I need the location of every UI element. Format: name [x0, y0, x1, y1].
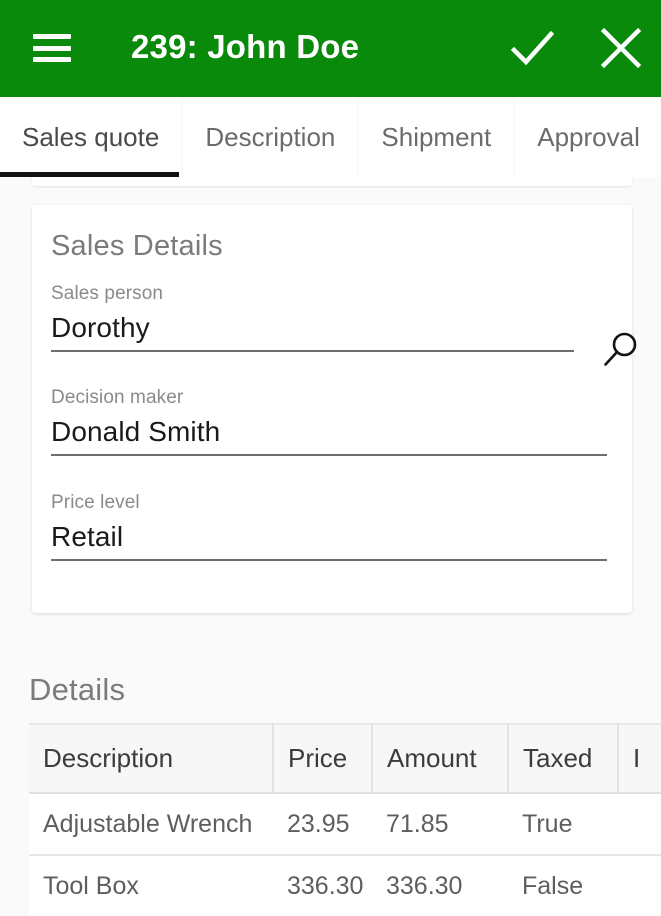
field-label-price-level: Price level [51, 492, 140, 513]
hamburger-bar [33, 57, 71, 62]
hamburger-bar [33, 34, 71, 39]
tab-shipment[interactable]: Shipment [359, 97, 516, 177]
page-title: 239: John Doe [131, 28, 360, 65]
sales-details-card: Sales Details Sales person Dorothy Decis… [32, 205, 637, 613]
table-row[interactable]: Adjustable Wrench 23.95 71.85 True [29, 793, 661, 856]
tab-label: Sales quote [22, 121, 160, 152]
sales-quote-screen: 239: John Doe Sales quote Description Sh… [0, 0, 661, 916]
cell-amount: 71.85 [372, 793, 508, 856]
previous-card-edge [32, 177, 632, 186]
tab-label: Description [205, 121, 336, 152]
table-row[interactable]: Tool Box 336.30 336.30 False [29, 855, 661, 916]
cell-taxed: False [508, 855, 618, 916]
check-icon[interactable] [504, 20, 560, 76]
tab-sales-quote[interactable]: Sales quote [0, 97, 184, 177]
field-value-decision-maker[interactable]: Donald Smith [51, 416, 607, 456]
tab-label: Approval [537, 121, 640, 152]
field-price-level[interactable]: Price level Retail [51, 492, 607, 561]
column-header-amount[interactable]: Amount [372, 723, 509, 794]
details-table-head: Description Price Amount Taxed I [29, 723, 661, 794]
tab-label: Shipment [381, 121, 492, 152]
details-table: Description Price Amount Taxed I Adjusta… [29, 723, 661, 916]
details-section-title: Details [29, 672, 126, 707]
cell-extra [618, 793, 661, 856]
table-header-row: Description Price Amount Taxed I [29, 723, 661, 794]
field-label-decision-maker: Decision maker [51, 387, 184, 408]
field-value-sales-person[interactable]: Dorothy [51, 312, 574, 352]
cell-description: Adjustable Wrench [29, 793, 273, 856]
cell-taxed: True [508, 793, 618, 856]
close-icon[interactable] [593, 20, 649, 76]
cell-extra [618, 855, 661, 916]
details-table-body: Adjustable Wrench 23.95 71.85 True Tool … [29, 793, 661, 916]
hamburger-menu-icon[interactable] [33, 33, 71, 63]
details-table-container: Description Price Amount Taxed I Adjusta… [29, 723, 661, 916]
cell-price: 23.95 [273, 793, 372, 856]
field-label-sales-person: Sales person [51, 283, 164, 304]
cell-price: 336.30 [273, 855, 372, 916]
tab-bar: Sales quote Description Shipment Approva… [0, 97, 661, 180]
field-decision-maker[interactable]: Decision maker Donald Smith [51, 387, 607, 456]
column-header-price[interactable]: Price [273, 723, 373, 794]
cell-amount: 336.30 [372, 855, 508, 916]
field-sales-person[interactable]: Sales person Dorothy [51, 283, 574, 352]
field-value-price-level[interactable]: Retail [51, 521, 607, 561]
hamburger-bar [33, 45, 71, 51]
app-bar: 239: John Doe [0, 0, 661, 97]
sales-details-title: Sales Details [51, 230, 223, 262]
column-header-description[interactable]: Description [29, 723, 274, 794]
cell-description: Tool Box [29, 855, 273, 916]
tab-description[interactable]: Description [183, 97, 360, 177]
column-header-extra[interactable]: I [618, 723, 661, 794]
tab-approval[interactable]: Approval [515, 97, 661, 177]
search-icon[interactable] [600, 330, 640, 370]
column-header-taxed[interactable]: Taxed [508, 723, 619, 794]
